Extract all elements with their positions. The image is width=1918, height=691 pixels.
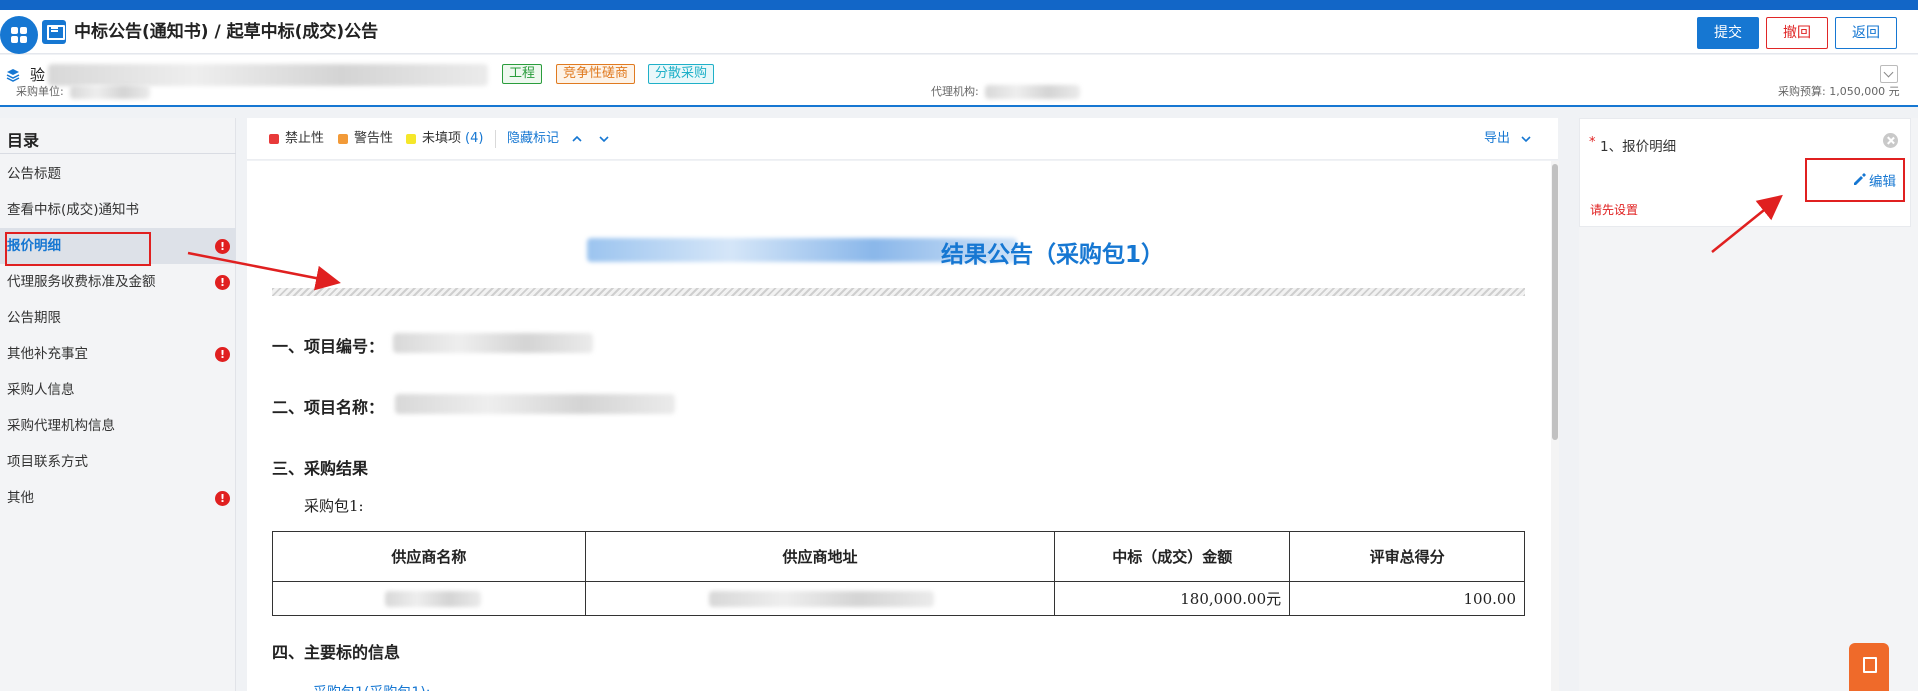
export-button[interactable]: 导出 <box>1484 130 1510 148</box>
redacted-project-name-doc <box>395 394 675 414</box>
toc-item-label: 采购代理机构信息 <box>7 418 115 434</box>
col-total-score: 评审总得分 <box>1289 531 1525 582</box>
grid-icon <box>11 27 27 43</box>
redacted-agency <box>985 85 1080 99</box>
toc-item-agency-info[interactable]: 采购代理机构信息 <box>0 408 236 444</box>
warning-icon: ! <box>215 275 230 290</box>
cell-supplier-address <box>584 581 1056 616</box>
layers-icon <box>6 69 20 82</box>
tag-competitive-consultation: 竞争性磋商 <box>556 64 636 84</box>
table-row: 180,000.00元 100.00 <box>272 581 1525 616</box>
toc-item-contact[interactable]: 项目联系方式 <box>0 444 236 480</box>
page-title: 中标公告(通知书) / 起草中标(成交)公告 <box>74 22 379 42</box>
result-table: 供应商名称 供应商地址 中标（成交）金额 评审总得分 180,000.00元 1… <box>272 531 1525 616</box>
section-project-name: 二、项目名称： <box>272 398 385 417</box>
toc-item-purchaser-info[interactable]: 采购人信息 <box>0 372 236 408</box>
unfilled-count: (4) <box>465 131 484 146</box>
prohibited-marker-icon <box>269 134 279 144</box>
legend-unfilled: 未填项 <box>422 131 462 146</box>
app-header: 中标公告(通知书) / 起草中标(成交)公告 提交 撤回 返回 <box>0 10 1918 54</box>
warning-icon: ! <box>215 491 230 506</box>
floating-action-button[interactable] <box>1849 643 1889 691</box>
cell-award-amount: 180,000.00元 <box>1054 581 1291 616</box>
redacted-purchaser <box>70 85 150 99</box>
chevron-down-icon[interactable] <box>597 132 611 146</box>
tag-engineering: 工程 <box>502 64 543 84</box>
annotation-highlight-box <box>1805 158 1905 202</box>
section-main-subject: 四、主要标的信息 <box>272 643 401 662</box>
col-award-amount: 中标（成交）金额 <box>1054 531 1291 582</box>
top-accent-bar <box>0 0 1918 10</box>
cell-supplier-name <box>272 581 586 616</box>
col-supplier-name: 供应商名称 <box>272 531 586 582</box>
package-label: 采购包1: <box>304 497 364 515</box>
toc-item-label: 查看中标(成交)通知书 <box>7 202 140 218</box>
toc-item-view-award-notice[interactable]: 查看中标(成交)通知书 <box>0 192 236 228</box>
close-icon[interactable] <box>1883 133 1898 148</box>
toc-item-label: 公告标题 <box>7 166 61 182</box>
card-title: 1、报价明细 <box>1600 139 1677 155</box>
hide-marks-button[interactable]: 隐藏标记 <box>507 130 559 148</box>
document-heading: 结果公告（采购包1） <box>940 242 1164 268</box>
budget-label: 采购预算: 1,050,000 元 <box>1778 85 1900 98</box>
toc-item-agency-fee[interactable]: 代理服务收费标准及金额! <box>0 264 236 300</box>
toc-sidebar: 目录 公告标题 查看中标(成交)通知书 报价明细! 代理服务收费标准及金额! 公… <box>0 118 236 691</box>
quotation-setting-card: * 1、报价明细 编辑 请先设置 <box>1579 118 1911 227</box>
document-page: 结果公告（采购包1） 一、项目编号： 二、项目名称： 三、采购结果 采购包1: … <box>247 161 1558 691</box>
tag-decentralized-procurement: 分散采购 <box>648 64 715 84</box>
unfilled-marker-icon <box>406 134 416 144</box>
warning-marker-icon <box>338 134 348 144</box>
legend-prohibited: 禁止性 <box>285 131 325 146</box>
collapse-toggle-button[interactable] <box>1880 65 1898 83</box>
table-header-row: 供应商名称 供应商地址 中标（成交）金额 评审总得分 <box>272 531 1525 582</box>
back-button[interactable]: 返回 <box>1835 17 1897 49</box>
project-info-bar: 验 工程 竞争性磋商 分散采购 采购单位: 代理机构: 采购预算: 1,050,… <box>0 55 1918 107</box>
warning-icon: ! <box>215 347 230 362</box>
withdraw-button[interactable]: 撤回 <box>1766 17 1828 49</box>
chevron-up-icon[interactable] <box>570 132 584 146</box>
section-project-number: 一、项目编号： <box>272 337 385 356</box>
toc-item-label: 公告期限 <box>7 310 61 326</box>
document-scroll-thumb[interactable] <box>1552 164 1558 440</box>
toc-item-label: 代理服务收费标准及金额 <box>7 274 156 290</box>
toc-item-label: 项目联系方式 <box>7 454 88 470</box>
toc-title: 目录 <box>7 131 40 150</box>
toc-item-label: 采购人信息 <box>7 382 75 398</box>
redacted-supplier-name <box>385 591 481 607</box>
purchaser-label: 采购单位: <box>16 85 64 98</box>
app-menu-button[interactable] <box>0 16 38 54</box>
redacted-supplier-address <box>708 591 934 607</box>
toc-item-label: 其他 <box>7 490 34 506</box>
toc-item-other[interactable]: 其他! <box>0 480 236 516</box>
toc-item-label: 其他补充事宜 <box>7 346 88 362</box>
section-procurement-result: 三、采购结果 <box>272 459 369 478</box>
toc-item-announcement-period[interactable]: 公告期限 <box>0 300 236 336</box>
toolbar-divider <box>495 130 496 148</box>
submit-button[interactable]: 提交 <box>1697 17 1759 49</box>
chevron-down-icon[interactable] <box>1519 132 1533 146</box>
project-name: 验 <box>30 66 46 84</box>
notice-icon <box>42 20 66 44</box>
redacted-project-name <box>48 64 488 86</box>
package-link[interactable]: 采购包1(采购包1): <box>313 682 430 691</box>
cell-total-score: 100.00 <box>1289 581 1525 616</box>
col-supplier-address: 供应商地址 <box>584 531 1056 582</box>
redacted-project-number <box>393 333 593 353</box>
agency-label: 代理机构: <box>931 85 979 98</box>
toc-item-announcement-title[interactable]: 公告标题 <box>0 156 236 192</box>
toc-item-other-supplements[interactable]: 其他补充事宜! <box>0 336 236 372</box>
toc-divider <box>0 153 236 154</box>
document-toolbar: 禁止性 警告性 未填项 (4) 隐藏标记 导出 <box>247 118 1558 160</box>
annotation-highlight-box <box>5 232 151 266</box>
setup-hint: 请先设置 <box>1590 203 1639 217</box>
legend-warning: 警告性 <box>354 131 394 146</box>
warning-icon: ! <box>215 239 230 254</box>
required-mark: * <box>1589 135 1596 150</box>
heading-divider <box>272 288 1525 296</box>
